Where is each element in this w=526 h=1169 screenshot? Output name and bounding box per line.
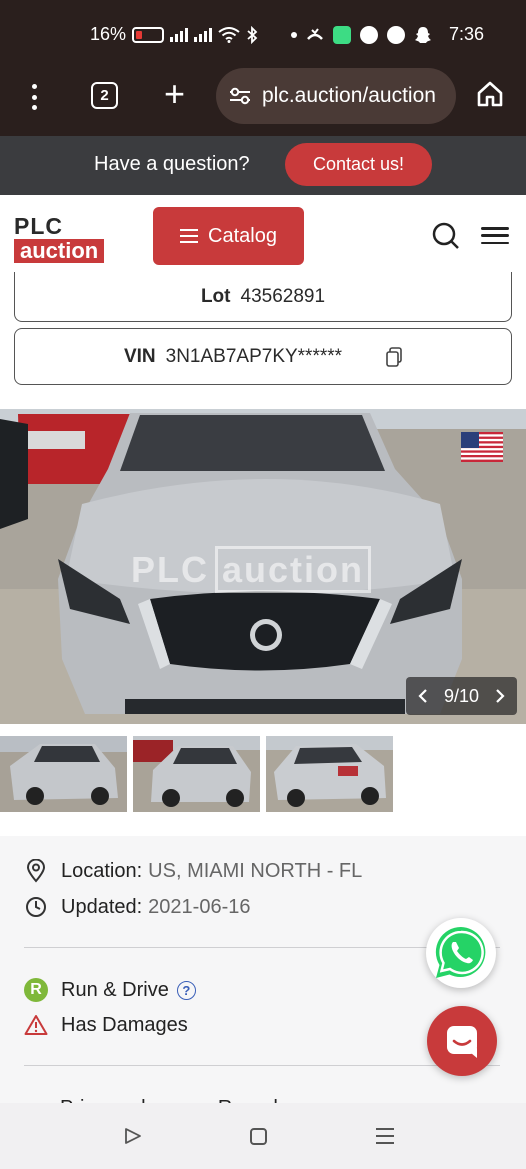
messenger-icon [386,25,405,44]
photo-counter-text: 9/10 [443,685,480,706]
location-value: US, MIAMI NORTH - FL [148,859,363,882]
new-tab-icon[interactable]: + [164,76,185,112]
photo-counter: 9/10 [406,677,517,715]
chat-icon [447,1026,477,1058]
status-right: 7:36 [290,24,484,45]
site-settings-icon[interactable] [228,86,252,106]
list-icon [180,229,199,243]
contact-us-button[interactable]: Contact us! [285,143,432,186]
location-label: Location: [61,859,143,882]
damages-label: Has Damages [61,1013,188,1036]
recent-apps-icon[interactable] [376,1128,394,1144]
watermark-left: PLC [131,549,209,590]
location-row: Location: US, MIAMI NORTH - FL [24,859,362,883]
live-chat-button[interactable] [427,1006,497,1076]
chevron-right-icon[interactable] [495,688,505,704]
run-drive-badge: R [24,978,48,1002]
lot-number-box: Lot 43562891 [14,272,512,322]
copy-icon[interactable] [386,346,402,367]
lot-number: 43562891 [240,285,326,307]
address-bar[interactable]: plc.auction/auction [216,68,456,124]
clock-icon [24,895,48,919]
run-drive-label: Run & Drive [61,978,169,1001]
battery-icon [132,26,165,43]
home-nav-icon[interactable] [250,1128,267,1145]
updated-label: Updated: [61,895,143,918]
run-drive-row: R Run & Drive ? [24,978,196,1002]
thumbnail[interactable] [133,736,260,812]
catalog-button[interactable]: Catalog [153,207,304,265]
browser-toolbar: 2 + plc.auction/auction [0,68,526,136]
vin-value: 3N1AB7AP7KY****** [165,345,343,367]
vehicle-main-photo[interactable]: PLC auction 9/10 [0,409,526,724]
status-bar: 16% 7:36 [0,0,526,68]
bluetooth-icon [247,25,258,44]
home-icon[interactable] [476,80,504,108]
status-left: 16% [90,24,258,45]
vin-box: VIN 3N1AB7AP7KY****** [14,328,512,385]
back-icon[interactable] [124,1127,142,1145]
updated-value: 2021-06-16 [148,895,251,918]
hamburger-menu-icon[interactable] [481,227,509,244]
search-icon[interactable] [432,222,460,250]
thumbnail[interactable] [266,736,393,812]
logo-text-top: PLC [14,213,63,239]
help-icon[interactable]: ? [176,980,196,1000]
missed-call-icon [307,27,323,40]
chevron-left-icon[interactable] [418,688,428,704]
signal-icon [194,27,213,42]
tab-count: 2 [100,87,109,104]
battery-percent: 16% [90,24,127,44]
lot-label: Lot [200,285,231,307]
damages-row: Has Damages [24,1013,188,1037]
catalog-label: Catalog [208,224,277,247]
logo-text-bottom: auction [14,239,105,263]
whatsapp-icon [435,926,486,978]
clock: 7:36 [448,24,484,44]
warning-icon [24,1013,48,1037]
wifi-icon [218,26,240,43]
url-text: plc.auction/auction [262,84,436,107]
contact-question: Have a question? [94,153,250,175]
whatsapp-icon [359,25,378,44]
updated-row: Updated: 2021-06-16 [24,895,250,919]
site-logo[interactable]: PLC auction [14,213,124,263]
location-pin-icon [24,859,48,883]
tabs-icon[interactable]: 2 [91,82,118,109]
contact-bar: Have a question? Contact us! [0,136,526,195]
vin-label: VIN [123,345,156,367]
kebab-menu-icon[interactable] [32,84,38,110]
photo-watermark: PLC auction [131,546,372,593]
watermark-right: auction [215,546,372,593]
us-flag-icon [461,432,503,462]
thumbnail-strip [0,736,526,814]
thumbnail[interactable] [0,736,127,812]
run-drive-icon: R [24,978,48,1002]
system-navigation-bar [0,1103,526,1169]
site-header: PLC auction Catalog [0,195,526,277]
snapchat-icon [414,26,431,43]
signal-icon [170,27,189,42]
divider [24,1065,500,1066]
dot-icon [290,31,297,38]
whatsapp-chat-button[interactable] [426,918,496,988]
app-notification-icon [332,25,351,44]
